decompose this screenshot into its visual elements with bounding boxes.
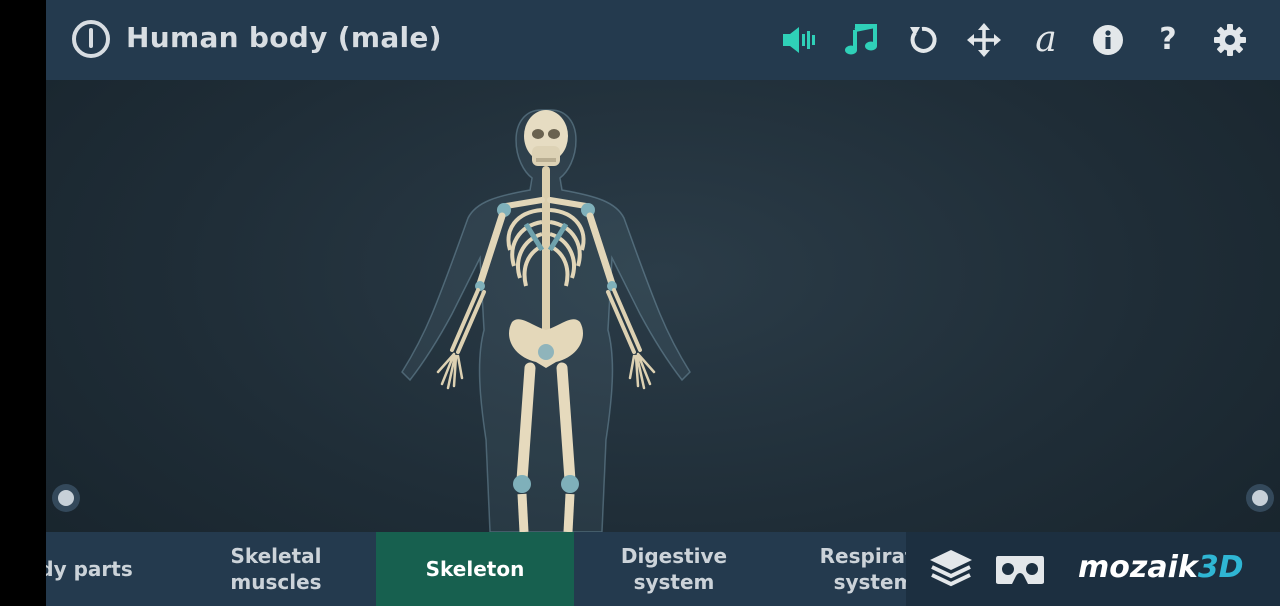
top-bar: Human body (male) a ? <box>46 0 1280 80</box>
app-window: Human body (male) a ? dy parts Skeletal … <box>46 0 1280 606</box>
screen-edge <box>0 0 46 606</box>
tab-body-parts[interactable]: dy parts <box>46 532 186 606</box>
bottom-bar: dy parts Skeletal muscles Skeleton Diges… <box>46 532 1280 606</box>
help-icon[interactable]: ? <box>1148 20 1188 60</box>
tab-skeleton[interactable]: Skeleton <box>376 532 574 606</box>
slider-knob <box>58 490 74 506</box>
system-tabs: dy parts Skeletal muscles Skeleton Diges… <box>46 532 906 606</box>
text-label-icon[interactable]: a <box>1026 20 1066 60</box>
slider-knob <box>1252 490 1268 506</box>
logo-accent: 3D <box>1197 550 1244 585</box>
speaker-icon[interactable] <box>780 20 820 60</box>
mozaik3d-logo: mozaik3D <box>1078 548 1244 588</box>
layers-icon[interactable] <box>928 548 974 590</box>
3d-viewport[interactable] <box>46 80 1280 532</box>
settings-gear-icon[interactable] <box>1210 20 1250 60</box>
vr-headset-icon[interactable] <box>994 552 1046 588</box>
tab-digestive-system[interactable]: Digestive system <box>574 532 774 606</box>
power-icon[interactable] <box>70 18 112 60</box>
tab-respiratory-system[interactable]: Respirato system <box>774 532 906 606</box>
move-arrows-icon[interactable] <box>964 20 1004 60</box>
reset-rotation-icon[interactable] <box>902 20 942 60</box>
skeleton-model[interactable] <box>376 100 716 532</box>
info-icon[interactable] <box>1088 20 1128 60</box>
page-title: Human body (male) <box>126 21 442 54</box>
right-slider-handle[interactable] <box>1246 484 1274 512</box>
bottom-right-panel: mozaik3D <box>906 532 1280 606</box>
music-note-icon[interactable] <box>842 20 882 60</box>
tab-skeletal-muscles[interactable]: Skeletal muscles <box>176 532 376 606</box>
left-slider-handle[interactable] <box>52 484 80 512</box>
logo-text: mozaik <box>1078 550 1198 585</box>
